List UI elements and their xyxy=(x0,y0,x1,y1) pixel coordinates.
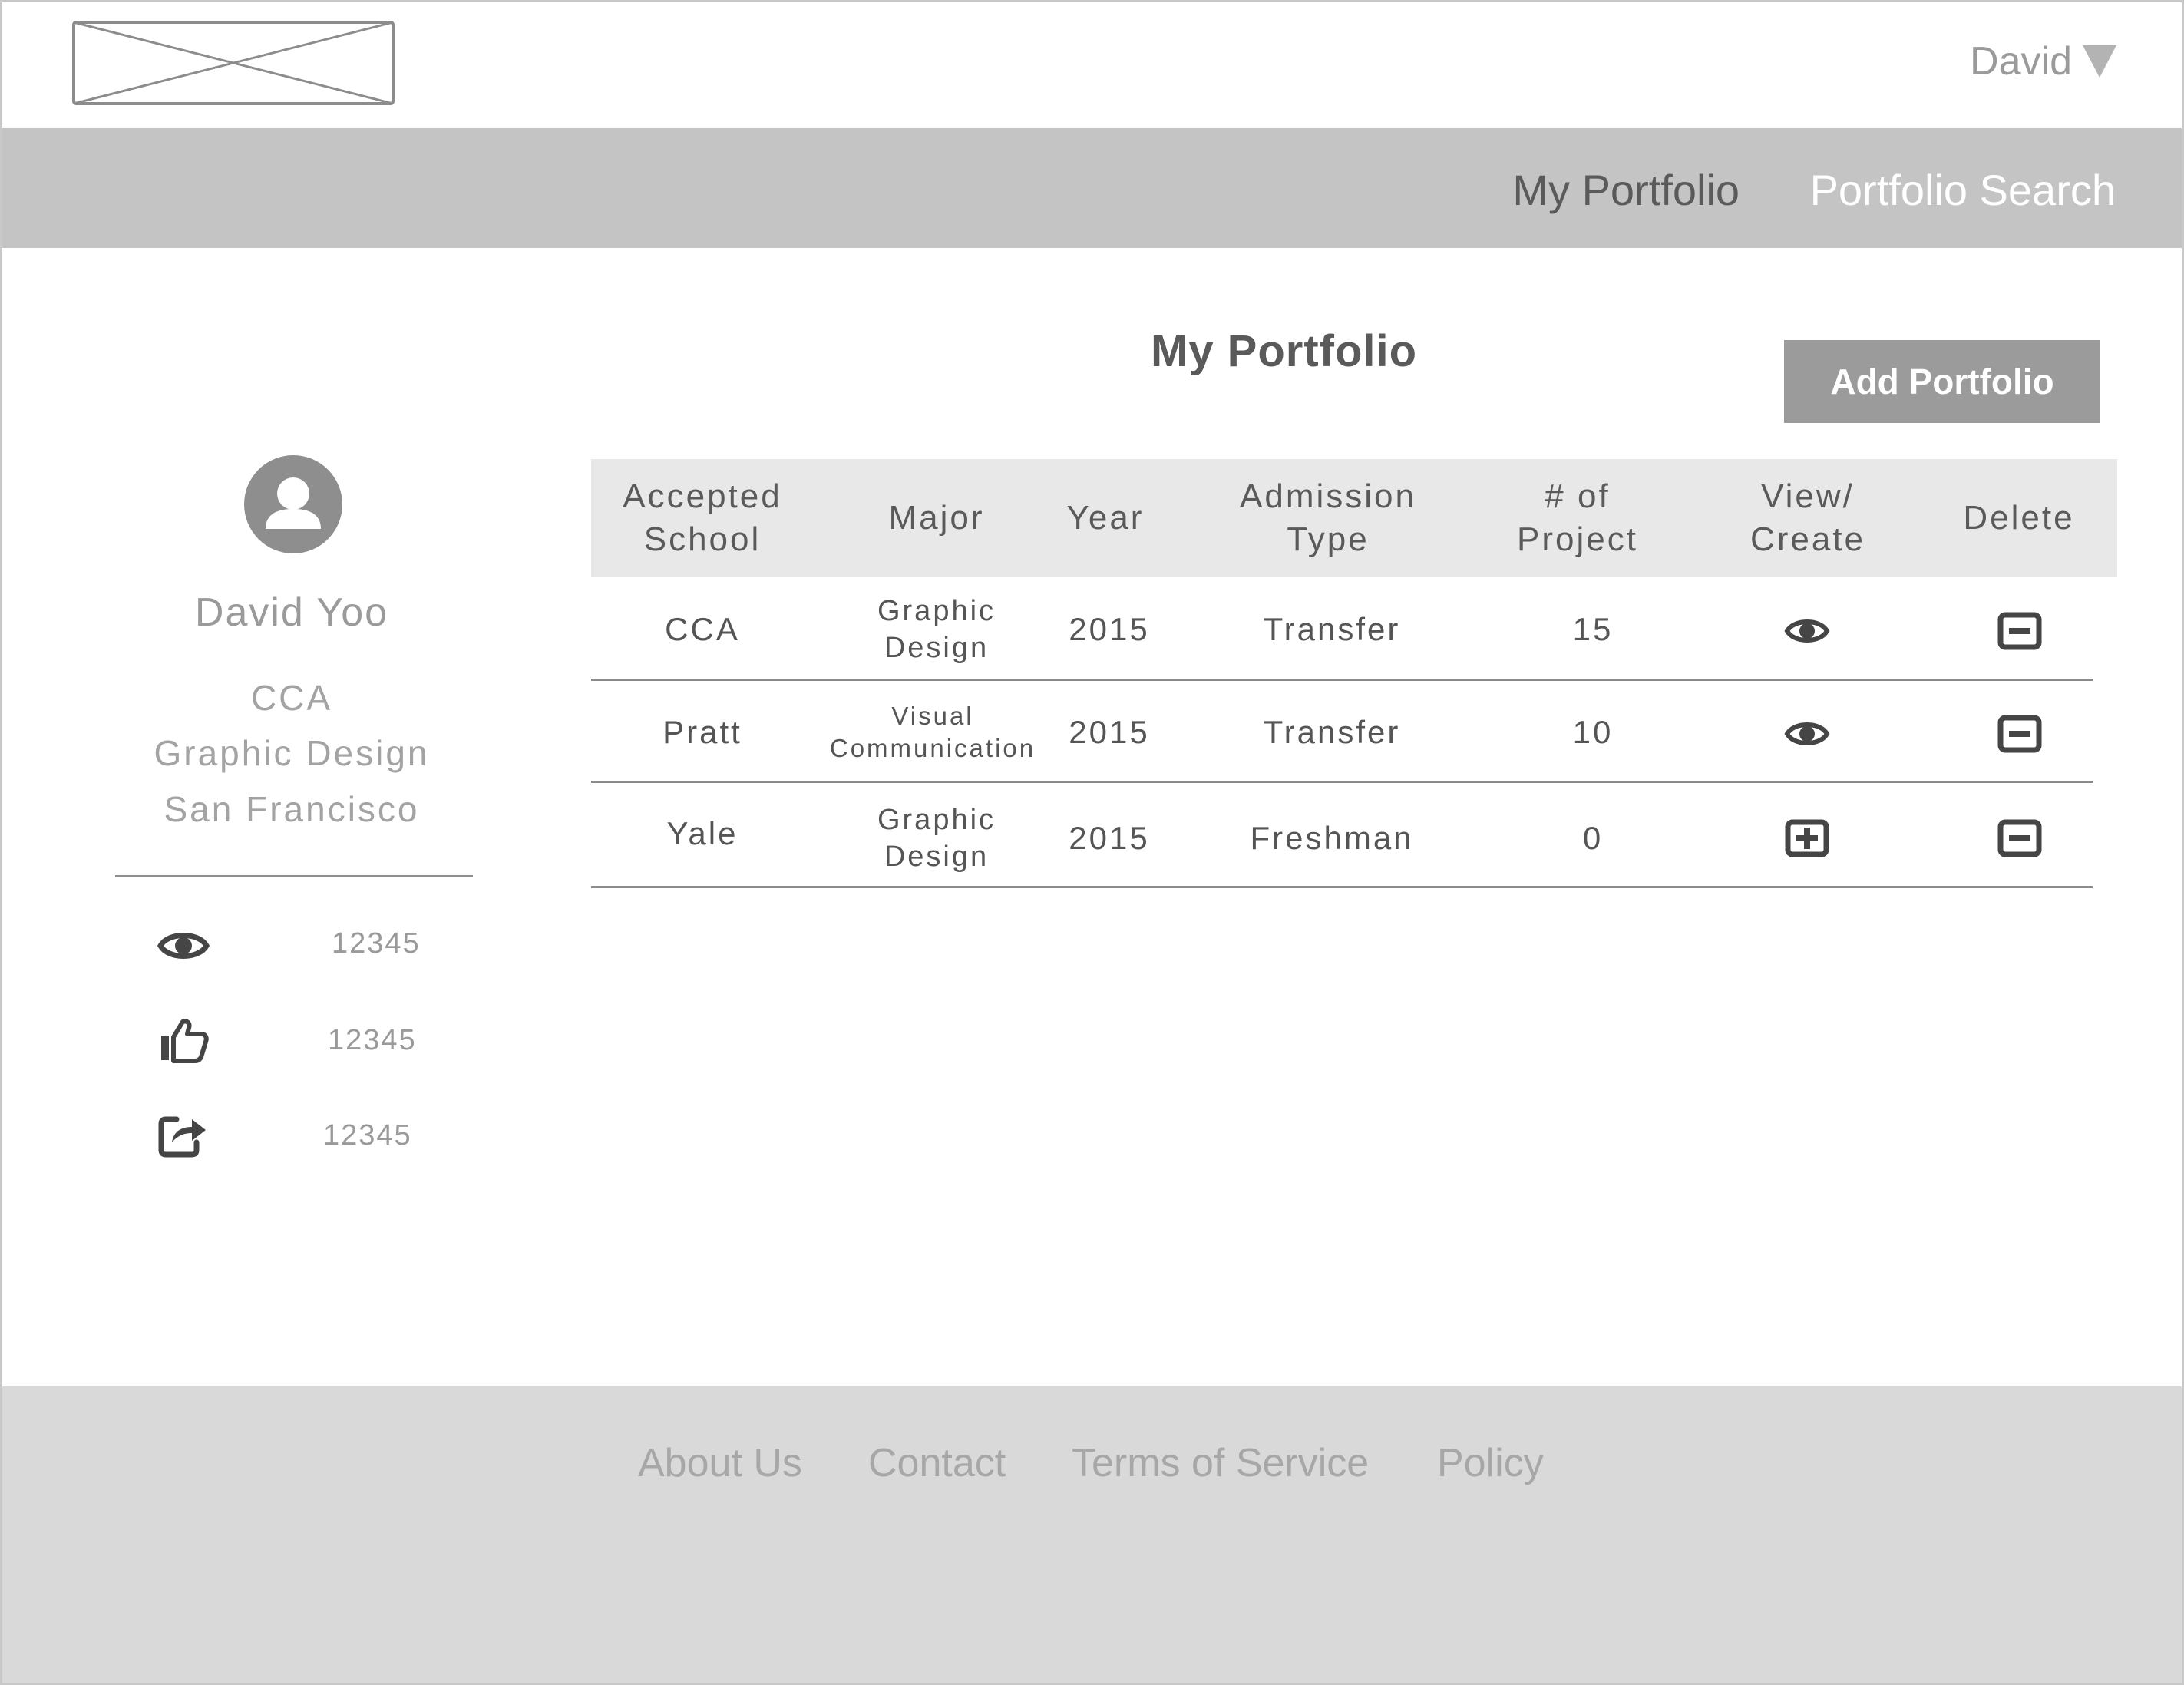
share-icon xyxy=(158,1116,206,1158)
cell-school: CCA xyxy=(665,611,740,647)
row-divider xyxy=(591,781,2093,783)
nav-my-portfolio[interactable]: My Portfolio xyxy=(1512,165,1740,215)
triangle-down-icon xyxy=(2083,45,2116,78)
header-project-count: # of Project xyxy=(1517,477,1638,558)
delete-portfolio-button[interactable] xyxy=(1995,711,2044,757)
cell-school: Pratt xyxy=(662,714,742,750)
user-menu[interactable]: David xyxy=(1970,38,2116,84)
delete-portfolio-button[interactable] xyxy=(1995,608,2044,654)
cell-project-count: 15 xyxy=(1572,611,1614,647)
footer: About Us Contact Terms of Service Policy xyxy=(2,1386,2182,1683)
nav-portfolio-search[interactable]: Portfolio Search xyxy=(1810,165,2116,215)
minus-square-icon xyxy=(1997,819,2042,857)
cell-year: 2015 xyxy=(1069,820,1150,856)
profile-city: San Francisco xyxy=(164,789,420,829)
footer-terms-link[interactable]: Terms of Service xyxy=(1072,1440,1369,1486)
cell-admission-type: Transfer xyxy=(1263,611,1401,647)
cell-admission-type: Freshman xyxy=(1250,820,1414,856)
eye-icon xyxy=(157,933,210,959)
header-admission-type: Admission Type xyxy=(1240,477,1416,558)
profile-school: CCA xyxy=(250,678,333,718)
delete-portfolio-button[interactable] xyxy=(1995,815,2044,861)
navbar: My Portfolio Portfolio Search xyxy=(2,128,2182,248)
cell-major: Graphic Design xyxy=(877,595,996,664)
footer-policy-link[interactable]: Policy xyxy=(1437,1440,1544,1486)
eye-icon xyxy=(1784,619,1830,643)
cell-project-count: 0 xyxy=(1582,820,1604,856)
eye-icon xyxy=(1784,722,1830,745)
header-year: Year xyxy=(1066,499,1145,537)
header-view-create: View/Create xyxy=(1750,477,1866,558)
cell-school: Yale xyxy=(666,815,738,851)
cell-year: 2015 xyxy=(1069,714,1150,750)
user-silhouette-icon xyxy=(244,455,342,553)
cell-major: Graphic Design xyxy=(877,804,996,873)
likes-count: 12345 xyxy=(328,1024,417,1056)
row-divider xyxy=(591,679,2093,681)
profile-major: Graphic Design xyxy=(154,733,430,773)
create-portfolio-button[interactable] xyxy=(1783,815,1832,861)
view-portfolio-button[interactable] xyxy=(1783,608,1832,654)
cell-major: Visual Communication xyxy=(829,702,1036,762)
profile-divider xyxy=(115,875,473,877)
logo-placeholder-icon[interactable] xyxy=(72,21,395,105)
cell-admission-type: Transfer xyxy=(1263,714,1401,750)
row-divider xyxy=(591,886,2093,888)
footer-contact-link[interactable]: Contact xyxy=(868,1440,1006,1486)
view-portfolio-button[interactable] xyxy=(1783,711,1832,757)
header-accepted-school: Accepted School xyxy=(623,477,782,558)
page-title: My Portfolio xyxy=(1151,326,1418,376)
minus-square-icon xyxy=(1997,715,2042,753)
cell-year: 2015 xyxy=(1069,611,1150,647)
table-header: Accepted School Major Year Admission Type … xyxy=(591,459,2117,577)
header-major: Major xyxy=(888,499,985,537)
add-portfolio-button[interactable]: Add Portfolio xyxy=(1784,340,2100,423)
thumbs-up-icon xyxy=(161,1019,209,1063)
header-delete: Delete xyxy=(1963,499,2075,537)
views-count: 12345 xyxy=(332,927,421,960)
profile-name: David Yoo xyxy=(194,590,389,635)
plus-square-icon xyxy=(1785,819,1829,857)
minus-square-icon xyxy=(1997,612,2042,650)
footer-about-link[interactable]: About Us xyxy=(638,1440,802,1486)
cell-project-count: 10 xyxy=(1572,714,1614,750)
shares-count: 12345 xyxy=(323,1119,412,1151)
user-name: David xyxy=(1970,39,2072,84)
